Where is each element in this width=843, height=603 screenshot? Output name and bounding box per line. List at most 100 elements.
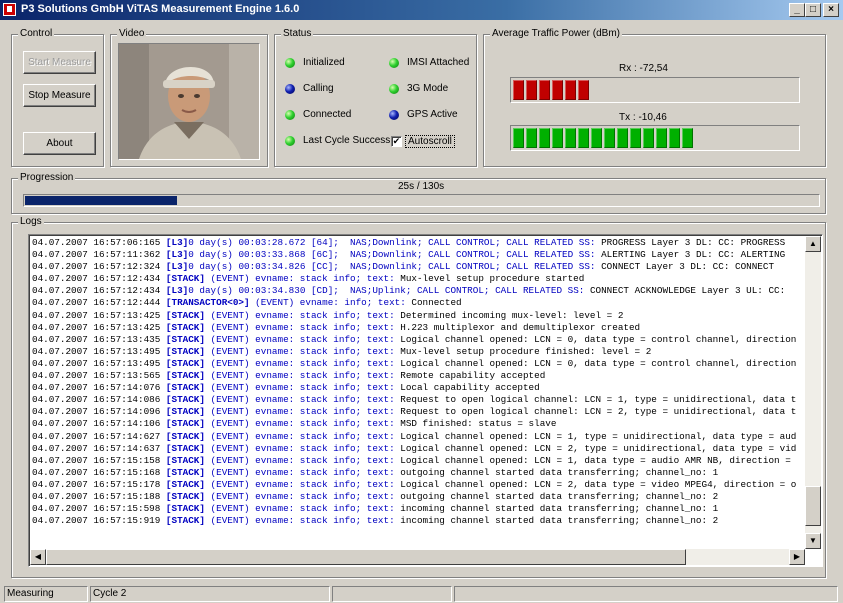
video-preview	[118, 43, 260, 160]
log-timestamp: 04.07.2007 16:57:15:188	[32, 490, 161, 502]
scroll-up-icon[interactable]: ▲	[805, 236, 821, 252]
vertical-scrollbar[interactable]: ▲ ▼	[805, 236, 821, 549]
log-timestamp: 04.07.2007 16:57:13:435	[32, 333, 161, 345]
title-bar: P3 Solutions GmbH ViTAS Measurement Engi…	[0, 0, 843, 20]
log-line: 04.07.2007 16:57:13:495 [STACK] (EVENT) …	[32, 358, 805, 370]
log-event: (EVENT) evname: stack info; text:	[204, 382, 395, 394]
log-line: 04.07.2007 16:57:14:076 [STACK] (EVENT) …	[32, 382, 805, 394]
app-icon	[3, 3, 16, 16]
maximize-button[interactable]: □	[805, 3, 821, 17]
log-event: (EVENT) evname: stack info; text:	[204, 466, 395, 478]
initialized-led-icon	[285, 58, 295, 68]
log-tag: [STACK]	[160, 345, 205, 357]
log-timestamp: 04.07.2007 16:57:14:096	[32, 406, 161, 418]
log-event: (EVENT) evname: stack info; text:	[204, 345, 395, 357]
statusbar-pane-3	[332, 586, 452, 602]
log-event: (EVENT) evname: stack info; text:	[204, 273, 395, 285]
initialized-label: Initialized	[303, 57, 345, 68]
gps-active-label: GPS Active	[407, 109, 458, 120]
statusbar-state: Measuring	[4, 586, 88, 602]
3g-mode-label: 3G Mode	[407, 83, 449, 94]
log-tag: [L3]	[160, 285, 189, 297]
scroll-down-icon[interactable]: ▼	[805, 533, 821, 549]
log-line: 04.07.2007 16:57:11:362 [L3]0 day(s) 00:…	[32, 249, 805, 261]
calling-label: Calling	[303, 83, 334, 94]
tx-power-segment	[669, 128, 680, 148]
log-list[interactable]: 04.07.2007 16:57:06:165 [L3]0 day(s) 00:…	[28, 234, 823, 567]
log-event: (EVENT) evname: stack info; text:	[204, 503, 395, 515]
log-text: Logical channel opened: LCN = 0, data ty…	[394, 333, 797, 345]
log-text: incoming channel started data transferri…	[394, 515, 719, 527]
tx-power-segment	[630, 128, 641, 148]
stop-measure-button[interactable]: Stop Measure	[23, 84, 96, 107]
log-event: (EVENT) evname: stack info; text:	[204, 442, 395, 454]
horizontal-scroll-thumb[interactable]	[46, 549, 686, 565]
log-text: Logical channel opened: LCN = 1, data ty…	[394, 454, 791, 466]
progress-bar	[23, 194, 820, 207]
power-legend: Average Traffic Power (dBm)	[490, 28, 623, 39]
video-legend: Video	[117, 28, 147, 39]
autoscroll-label[interactable]: Autoscroll	[405, 135, 455, 148]
tx-power-bar	[510, 125, 800, 151]
log-text: Request to open logical channel: LCN = 1…	[394, 394, 797, 406]
log-timestamp: 04.07.2007 16:57:11:362	[32, 249, 161, 261]
tx-value-label: Tx : -10,46	[619, 112, 667, 123]
log-text: Local capability accepted	[394, 382, 540, 394]
log-event: (EVENT) evname: stack info; text:	[204, 454, 395, 466]
tx-power-segment	[682, 128, 693, 148]
horizontal-scrollbar[interactable]: ◀ ▶	[30, 549, 805, 565]
log-text: outgoing channel started data transferri…	[394, 466, 719, 478]
log-tag: [STACK]	[160, 454, 205, 466]
about-button[interactable]: About	[23, 132, 96, 155]
minimize-button[interactable]: _	[789, 3, 805, 17]
start-measure-button[interactable]: Start Measure	[23, 51, 96, 74]
log-text: H.223 multiplexor and demultiplexor crea…	[394, 321, 641, 333]
log-line: 04.07.2007 16:57:12:444 [TRANSACTOR<0>] …	[32, 297, 805, 309]
log-tag: [L3]	[160, 261, 189, 273]
tx-power-segment	[604, 128, 615, 148]
rx-power-segment	[539, 80, 550, 100]
log-tag: [STACK]	[160, 466, 205, 478]
log-timestamp: 04.07.2007 16:57:14:627	[32, 430, 161, 442]
log-tag: [STACK]	[160, 490, 205, 502]
log-timestamp: 04.07.2007 16:57:13:425	[32, 309, 161, 321]
log-event: (EVENT) evname: stack info; text:	[204, 478, 395, 490]
log-tag: [STACK]	[160, 442, 205, 454]
log-tag: [STACK]	[160, 478, 205, 490]
log-event: (EVENT) evname: stack info; text:	[204, 333, 395, 345]
log-line: 04.07.2007 16:57:14:637 [STACK] (EVENT) …	[32, 443, 805, 455]
log-line: 04.07.2007 16:57:14:086 [STACK] (EVENT) …	[32, 394, 805, 406]
log-line: 04.07.2007 16:57:14:106 [STACK] (EVENT) …	[32, 418, 805, 430]
vertical-scroll-thumb[interactable]	[805, 486, 821, 526]
video-frame-image	[119, 44, 259, 159]
log-text: CONNECT ACKNOWLEDGE Layer 3 UL: CC:	[584, 285, 786, 297]
close-button[interactable]: ×	[823, 3, 839, 17]
scroll-right-icon[interactable]: ▶	[789, 549, 805, 565]
log-line: 04.07.2007 16:57:15:188 [STACK] (EVENT) …	[32, 491, 805, 503]
log-text: Mux-level setup procedure finished: leve…	[394, 345, 652, 357]
log-event: (EVENT) evname: stack info; text:	[204, 309, 395, 321]
3g-mode-led-icon	[389, 84, 399, 94]
tx-power-segment	[643, 128, 654, 148]
log-timestamp: 04.07.2007 16:57:13:565	[32, 370, 161, 382]
log-text: Mux-level setup procedure started	[394, 273, 585, 285]
log-timestamp: 04.07.2007 16:57:15:158	[32, 454, 161, 466]
autoscroll-checkbox[interactable]: ✔	[391, 136, 402, 147]
tx-power-segment	[578, 128, 589, 148]
tx-power-segment	[552, 128, 563, 148]
statusbar-pane-4	[454, 586, 838, 602]
log-line: 04.07.2007 16:57:13:435 [STACK] (EVENT) …	[32, 334, 805, 346]
window-title: P3 Solutions GmbH ViTAS Measurement Engi…	[21, 3, 300, 15]
log-timestamp: 04.07.2007 16:57:14:076	[32, 382, 161, 394]
log-timestamp: 04.07.2007 16:57:12:434	[32, 285, 161, 297]
log-line: 04.07.2007 16:57:12:434 [L3]0 day(s) 00:…	[32, 285, 805, 297]
rx-power-segment	[526, 80, 537, 100]
log-tag: [STACK]	[160, 357, 205, 369]
log-text: Logical channel opened: LCN = 2, data ty…	[394, 478, 797, 490]
log-timestamp: 04.07.2007 16:57:15:178	[32, 478, 161, 490]
rx-power-bar	[510, 77, 800, 103]
tx-power-segment	[513, 128, 524, 148]
log-line: 04.07.2007 16:57:15:598 [STACK] (EVENT) …	[32, 503, 805, 515]
scroll-left-icon[interactable]: ◀	[30, 549, 46, 565]
log-event: (EVENT) evname: stack info; text:	[204, 394, 395, 406]
